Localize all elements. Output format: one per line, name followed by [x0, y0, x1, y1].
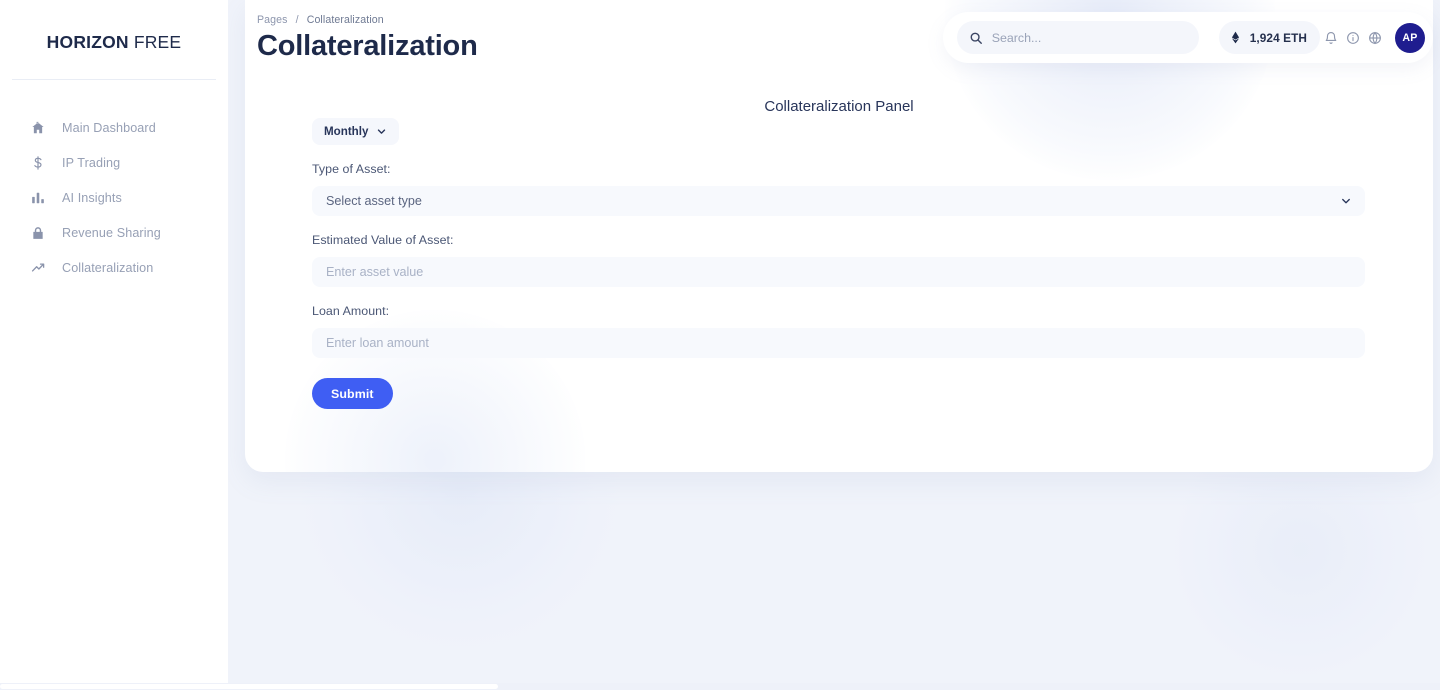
lock-icon — [31, 226, 51, 240]
breadcrumb-separator: / — [295, 14, 299, 26]
sidebar-item-label: Collateralization — [62, 260, 154, 275]
asset-value-field[interactable] — [312, 257, 1365, 287]
trending-up-icon — [31, 260, 51, 275]
search-icon — [969, 31, 983, 45]
sidebar-divider — [12, 79, 216, 80]
loan-amount-input[interactable] — [326, 336, 1351, 350]
main-content-card: Pages / Collateralization Collateralizat… — [245, 0, 1433, 472]
page-title: Collateralization — [257, 30, 478, 62]
asset-type-select-value: Select asset type — [326, 194, 422, 208]
home-icon — [31, 121, 51, 135]
eth-balance-pill[interactable]: 1,924 ETH — [1218, 21, 1320, 54]
brand-logo-light: FREE — [133, 32, 182, 52]
collateralization-form: Monthly Type of Asset: Select asset type… — [312, 118, 1365, 409]
search-input[interactable] — [991, 30, 1182, 45]
app-root: HORIZON FREE Main Dashboard IP Trading A… — [0, 0, 1440, 690]
page-header: Pages / Collateralization Collateralizat… — [257, 14, 478, 63]
asset-type-label: Type of Asset: — [312, 162, 391, 176]
sidebar-item-label: IP Trading — [62, 155, 121, 170]
sidebar-item-ip-trading[interactable]: IP Trading — [0, 145, 228, 180]
top-toolbar: 1,924 ETH AP — [942, 12, 1433, 63]
loan-amount-field[interactable] — [312, 328, 1365, 358]
asset-type-select[interactable]: Select asset type — [312, 186, 1365, 216]
bell-icon[interactable] — [1320, 23, 1342, 53]
search-box[interactable] — [956, 21, 1199, 54]
bar-chart-icon — [31, 191, 51, 205]
breadcrumb-root[interactable]: Pages — [257, 14, 288, 26]
sidebar-item-revenue-sharing[interactable]: Revenue Sharing — [0, 215, 228, 250]
sidebar-item-label: Main Dashboard — [62, 120, 156, 135]
breadcrumb-current: Collateralization — [306, 14, 384, 26]
chevron-down-icon — [1340, 195, 1352, 207]
submit-button[interactable]: Submit — [312, 378, 393, 409]
horizontal-scrollbar[interactable] — [0, 683, 1440, 690]
asset-value-label: Estimated Value of Asset: — [312, 233, 454, 247]
asset-value-input[interactable] — [326, 265, 1351, 279]
sidebar: HORIZON FREE Main Dashboard IP Trading A… — [0, 0, 228, 690]
avatar[interactable]: AP — [1395, 22, 1425, 53]
dollar-icon — [31, 155, 51, 170]
sidebar-item-label: AI Insights — [62, 190, 122, 205]
loan-amount-label: Loan Amount: — [312, 304, 390, 318]
chevron-down-icon — [376, 126, 387, 137]
breadcrumb: Pages / Collateralization — [257, 14, 478, 26]
ethereum-icon — [1229, 31, 1242, 44]
globe-icon[interactable] — [1364, 23, 1386, 53]
eth-balance-value: 1,924 ETH — [1249, 30, 1307, 45]
period-filter-button[interactable]: Monthly — [312, 118, 400, 145]
brand-logo[interactable]: HORIZON FREE — [0, 0, 228, 53]
sidebar-item-collateralization[interactable]: Collateralization — [0, 250, 228, 285]
info-circle-icon[interactable] — [1342, 23, 1364, 53]
panel-title: Collateralization Panel — [764, 98, 914, 115]
sidebar-item-ai-insights[interactable]: AI Insights — [0, 180, 228, 215]
sidebar-nav: Main Dashboard IP Trading AI Insights Re… — [0, 110, 228, 285]
period-filter-label: Monthly — [324, 125, 369, 138]
sidebar-item-label: Revenue Sharing — [62, 225, 161, 240]
sidebar-item-main-dashboard[interactable]: Main Dashboard — [0, 110, 228, 145]
scrollbar-thumb[interactable] — [0, 684, 498, 689]
brand-logo-strong: HORIZON — [46, 32, 129, 52]
